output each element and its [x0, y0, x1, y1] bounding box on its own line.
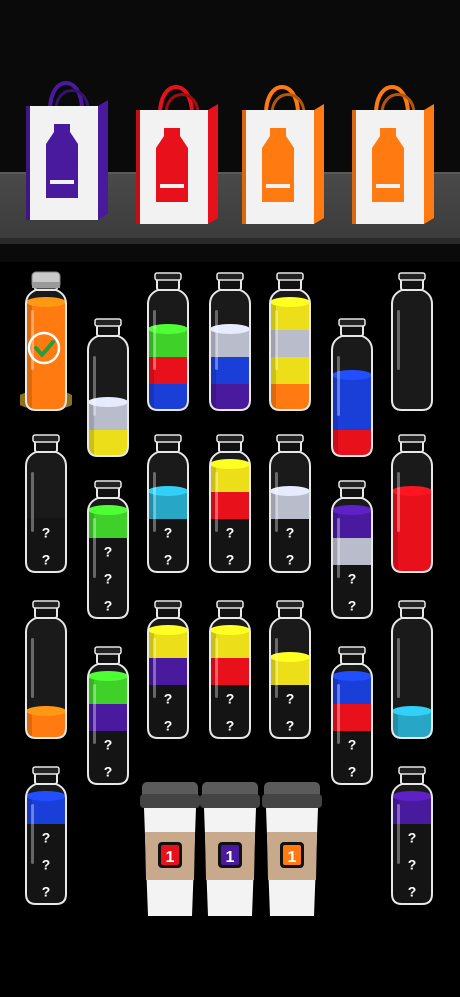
bottle[interactable]: ?? [82, 644, 134, 790]
hidden-layer-marker: ? [164, 691, 173, 707]
hidden-layer-marker: ? [104, 571, 113, 587]
hidden-layer-marker: ? [348, 598, 357, 614]
hidden-layer-marker: ? [348, 737, 357, 753]
bottle[interactable]: ?? [204, 598, 256, 744]
hidden-layer-marker: ? [42, 857, 51, 873]
hidden-layer-marker: ? [104, 544, 113, 560]
cup-label: 1 [166, 849, 175, 866]
bottle[interactable]: ?? [20, 432, 72, 578]
hidden-layer-marker: ? [408, 857, 417, 873]
hidden-layer-marker: ? [104, 764, 113, 780]
bottle[interactable]: ?? [204, 432, 256, 578]
hidden-layer-marker: ? [226, 552, 235, 568]
hidden-layer-marker: ? [348, 764, 357, 780]
hidden-layer-marker: ? [42, 525, 51, 541]
coffee-cup-purple[interactable]: 1 [200, 780, 260, 920]
bottle[interactable]: ?? [142, 598, 194, 744]
bottle[interactable]: ?? [326, 478, 378, 624]
bottle[interactable]: ??? [386, 764, 438, 910]
bottle[interactable] [82, 316, 134, 462]
hidden-layer-marker: ? [104, 598, 113, 614]
hidden-layer-marker: ? [42, 884, 51, 900]
hidden-layer-marker: ? [42, 552, 51, 568]
bottle[interactable]: ?? [264, 432, 316, 578]
hidden-layer-marker: ? [286, 691, 295, 707]
shelf-edge [0, 238, 460, 244]
bottle[interactable] [204, 270, 256, 416]
hidden-layer-marker: ? [226, 691, 235, 707]
bottle-completed[interactable] [20, 270, 72, 416]
bottle[interactable]: ?? [326, 644, 378, 790]
bottle[interactable] [386, 432, 438, 578]
cup-label: 1 [226, 849, 235, 866]
hidden-layer-marker: ? [226, 525, 235, 541]
shopping-bag-orange [352, 85, 434, 224]
bottle[interactable]: ??? [82, 478, 134, 624]
hidden-layer-marker: ? [286, 552, 295, 568]
bottle[interactable] [20, 598, 72, 744]
shopping-bag-red [136, 85, 218, 224]
coffee-cup-orange[interactable]: 1 [262, 780, 322, 920]
bottle[interactable] [326, 316, 378, 462]
hidden-layer-marker: ? [408, 830, 417, 846]
cup-label: 1 [288, 849, 297, 866]
hidden-layer-marker: ? [286, 525, 295, 541]
hidden-layer-marker: ? [164, 552, 173, 568]
shopping-bag-purple [26, 81, 108, 220]
hidden-layer-marker: ? [408, 884, 417, 900]
bottle[interactable] [386, 270, 438, 416]
hidden-layer-marker: ? [286, 718, 295, 734]
shopping-bag-orange [242, 85, 324, 224]
hidden-layer-marker: ? [164, 525, 173, 541]
bottle[interactable]: ?? [264, 598, 316, 744]
hidden-layer-marker: ? [104, 737, 113, 753]
bottle-board: ????????????????????????????? 1 1 1 [0, 262, 460, 997]
coffee-cup-red[interactable]: 1 [140, 780, 200, 920]
bottle[interactable] [264, 270, 316, 416]
hidden-layer-marker: ? [164, 718, 173, 734]
hidden-layer-marker: ? [226, 718, 235, 734]
hidden-layer-marker: ? [348, 571, 357, 587]
bottle[interactable] [386, 598, 438, 744]
hidden-layer-marker: ? [42, 830, 51, 846]
bottle[interactable]: ??? [20, 764, 72, 910]
bottle[interactable]: ?? [142, 432, 194, 578]
bottle[interactable] [142, 270, 194, 416]
